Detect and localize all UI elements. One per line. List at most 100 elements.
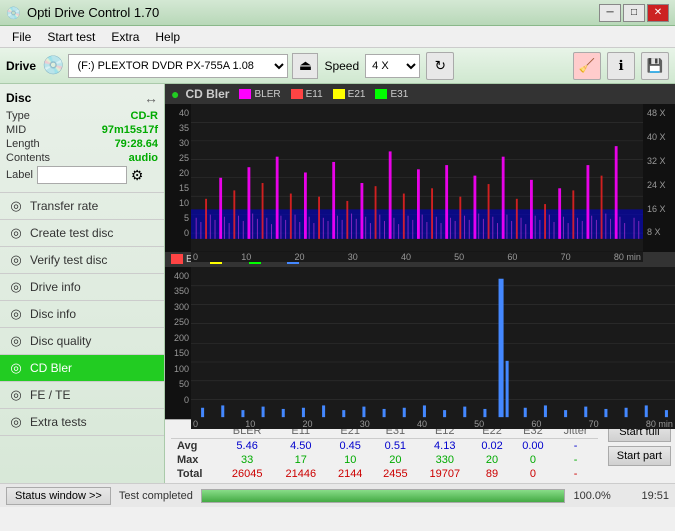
app-icon: 💿 bbox=[6, 6, 21, 20]
total-e32: 0 bbox=[513, 467, 554, 481]
contents-label: Contents bbox=[6, 152, 50, 164]
top-y-axis: 4035302520151050 bbox=[165, 104, 191, 252]
drive-info-label: Drive info bbox=[30, 280, 81, 294]
total-e11: 21446 bbox=[274, 467, 328, 481]
maximize-button[interactable]: □ bbox=[623, 4, 645, 22]
verify-test-disc-label: Verify test disc bbox=[30, 253, 107, 267]
max-e31: 20 bbox=[373, 453, 418, 467]
menu-file[interactable]: File bbox=[4, 28, 39, 46]
avg-e22: 0.02 bbox=[472, 439, 513, 454]
legend-e21-label: E21 bbox=[348, 89, 366, 100]
top-chart-area: 4035302520151050 bbox=[165, 104, 675, 252]
bottom-chart-svg bbox=[191, 267, 675, 420]
top-chart-section: ● CD Bler BLER E11 E21 bbox=[165, 84, 675, 252]
sidebar-item-disc-quality[interactable]: ◎ Disc quality bbox=[0, 328, 164, 355]
disc-expand-icon[interactable]: ↔ bbox=[144, 90, 158, 106]
total-jitter: - bbox=[553, 467, 597, 481]
legend-e21: E21 bbox=[333, 89, 366, 100]
contents-value: audio bbox=[129, 152, 158, 164]
menu-start-test[interactable]: Start test bbox=[39, 28, 103, 46]
titlebar: 💿 Opti Drive Control 1.70 ─ □ ✕ bbox=[0, 0, 675, 26]
progress-bar bbox=[201, 489, 566, 503]
sidebar: Disc ↔ Type CD-R MID 97m15s17f Length 79… bbox=[0, 84, 165, 483]
sidebar-item-disc-info[interactable]: ◎ Disc info bbox=[0, 301, 164, 328]
legend-e11-label: E11 bbox=[306, 89, 323, 100]
create-test-disc-icon: ◎ bbox=[8, 225, 24, 241]
avg-jitter: - bbox=[553, 439, 597, 454]
drive-select[interactable]: (F:) PLEXTOR DVDR PX-755A 1.08 bbox=[68, 54, 288, 78]
close-button[interactable]: ✕ bbox=[647, 4, 669, 22]
progress-bar-fill bbox=[202, 490, 565, 502]
bottom-chart-section: E12 E22 E32 Jitter 400350300250200 bbox=[165, 252, 675, 420]
bottom-chart-area: 400350300250200150100500 bbox=[165, 267, 675, 420]
sidebar-item-transfer-rate[interactable]: ◎ Transfer rate bbox=[0, 193, 164, 220]
action-buttons: Start full Start part bbox=[604, 420, 675, 483]
transfer-rate-label: Transfer rate bbox=[30, 199, 98, 213]
start-part-button[interactable]: Start part bbox=[608, 446, 671, 466]
table-row-max: Max 33 17 10 20 330 20 0 - bbox=[171, 453, 598, 467]
disc-info-icon: ◎ bbox=[8, 306, 24, 322]
eject-button[interactable]: ⏏ bbox=[292, 53, 318, 79]
status-completed-text: Test completed bbox=[119, 490, 193, 502]
type-label: Type bbox=[6, 110, 30, 122]
speed-select[interactable]: 4 X 1 X 2 X 8 X Max bbox=[365, 54, 420, 78]
label-input[interactable] bbox=[37, 166, 127, 184]
type-value: CD-R bbox=[131, 110, 159, 122]
sidebar-item-create-test-disc[interactable]: ◎ Create test disc bbox=[0, 220, 164, 247]
info-button[interactable]: ℹ bbox=[607, 52, 635, 80]
legend-bler: BLER bbox=[239, 89, 280, 100]
data-table-wrapper: BLER E11 E21 E31 E12 E22 E32 Jitter bbox=[165, 420, 604, 483]
max-e12: 330 bbox=[418, 453, 472, 467]
legend-e21-color bbox=[333, 89, 345, 99]
settings-icon[interactable]: ⚙ bbox=[131, 167, 144, 184]
cd-bler-icon: ◎ bbox=[8, 360, 24, 376]
top-chart-dot: ● bbox=[171, 86, 179, 102]
sidebar-item-extra-tests[interactable]: ◎ Extra tests bbox=[0, 409, 164, 436]
legend-e11: E11 bbox=[291, 89, 323, 100]
avg-e12: 4.13 bbox=[418, 439, 472, 454]
avg-e21: 0.45 bbox=[328, 439, 373, 454]
avg-e11: 4.50 bbox=[274, 439, 328, 454]
total-bler: 26045 bbox=[220, 467, 274, 481]
toolbar: Drive 💿 (F:) PLEXTOR DVDR PX-755A 1.08 ⏏… bbox=[0, 48, 675, 84]
table-row-total: Total 26045 21446 2144 2455 19707 89 0 - bbox=[171, 467, 598, 481]
disc-quality-label: Disc quality bbox=[30, 334, 91, 348]
total-label: Total bbox=[171, 467, 220, 481]
mid-value: 97m15s17f bbox=[102, 124, 158, 136]
disc-info-label: Disc info bbox=[30, 307, 76, 321]
status-window-button[interactable]: Status window >> bbox=[6, 487, 111, 505]
data-table: BLER E11 E21 E31 E12 E22 E32 Jitter bbox=[171, 424, 598, 481]
minimize-button[interactable]: ─ bbox=[599, 4, 621, 22]
sidebar-item-fe-te[interactable]: ◎ FE / TE bbox=[0, 382, 164, 409]
drive-label: Drive bbox=[6, 59, 36, 73]
erase-button[interactable]: 🧹 bbox=[573, 52, 601, 80]
sidebar-item-verify-test-disc[interactable]: ◎ Verify test disc bbox=[0, 247, 164, 274]
length-label: Length bbox=[6, 138, 40, 150]
refresh-button[interactable]: ↻ bbox=[426, 52, 454, 80]
main-content: Disc ↔ Type CD-R MID 97m15s17f Length 79… bbox=[0, 84, 675, 483]
sidebar-menu: ◎ Transfer rate ◎ Create test disc ◎ Ver… bbox=[0, 193, 164, 436]
max-e11: 17 bbox=[274, 453, 328, 467]
menu-extra[interactable]: Extra bbox=[103, 28, 147, 46]
drive-icon: 💿 bbox=[42, 55, 64, 76]
save-button[interactable]: 💾 bbox=[641, 52, 669, 80]
bottom-y-axis: 400350300250200150100500 bbox=[165, 267, 191, 420]
disc-title: Disc bbox=[6, 91, 31, 105]
sidebar-item-cd-bler[interactable]: ◎ CD Bler bbox=[0, 355, 164, 382]
legend-e31: E31 bbox=[375, 89, 408, 100]
legend-e31-color bbox=[375, 89, 387, 99]
sidebar-item-drive-info[interactable]: ◎ Drive info bbox=[0, 274, 164, 301]
label-label: Label bbox=[6, 169, 33, 181]
legend-bler-label: BLER bbox=[254, 89, 280, 100]
menubar: File Start test Extra Help bbox=[0, 26, 675, 48]
total-e12: 19707 bbox=[418, 467, 472, 481]
menu-help[interactable]: Help bbox=[147, 28, 188, 46]
transfer-rate-icon: ◎ bbox=[8, 198, 24, 214]
max-e32: 0 bbox=[513, 453, 554, 467]
table-row-avg: Avg 5.46 4.50 0.45 0.51 4.13 0.02 0.00 - bbox=[171, 439, 598, 454]
top-chart-inner: 01020304050607080 min bbox=[191, 104, 643, 252]
total-e21: 2144 bbox=[328, 467, 373, 481]
extra-tests-icon: ◎ bbox=[8, 414, 24, 430]
mid-label: MID bbox=[6, 124, 26, 136]
bottom-chart-inner: 01020304050607080 min bbox=[191, 267, 675, 420]
